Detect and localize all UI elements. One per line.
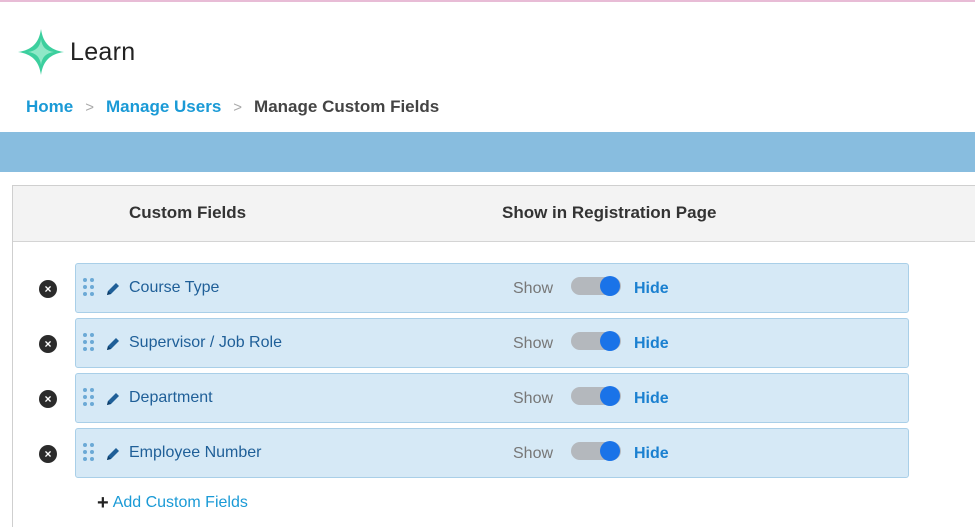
top-rule xyxy=(0,0,975,2)
pencil-edit-icon[interactable] xyxy=(105,336,121,352)
table-row: × Supervisor / Job Role Show Hide xyxy=(13,318,973,368)
toggle-knob xyxy=(600,441,620,461)
hide-option-label[interactable]: Hide xyxy=(634,390,669,408)
hide-option-label[interactable]: Hide xyxy=(634,280,669,298)
toggle-knob xyxy=(600,276,620,296)
remove-field-button[interactable]: × xyxy=(39,335,57,353)
breadcrumb-current-page: Manage Custom Fields xyxy=(254,97,440,116)
drag-handle-icon[interactable] xyxy=(83,278,95,296)
plus-icon: + xyxy=(97,492,109,514)
breadcrumb-separator: > xyxy=(233,98,243,116)
field-item: Supervisor / Job Role Show Hide xyxy=(75,318,909,368)
table-header: Custom Fields Show in Registration Page xyxy=(13,186,975,242)
field-item: Course Type Show Hide xyxy=(75,263,909,313)
drag-handle-icon[interactable] xyxy=(83,388,95,406)
breadcrumb-separator: > xyxy=(85,98,94,116)
table-row: × Course Type Show Hide xyxy=(13,263,973,313)
custom-fields-panel: Custom Fields Show in Registration Page … xyxy=(12,185,975,527)
field-name-link[interactable]: Employee Number xyxy=(129,444,262,462)
drag-handle-icon[interactable] xyxy=(83,333,95,351)
show-hide-toggle[interactable] xyxy=(571,276,621,296)
remove-field-button[interactable]: × xyxy=(39,445,57,463)
app-logo[interactable]: Learn xyxy=(16,27,135,77)
pencil-edit-icon[interactable] xyxy=(105,391,121,407)
drag-handle-icon[interactable] xyxy=(83,443,95,461)
breadcrumb-home-link[interactable]: Home xyxy=(26,97,73,117)
show-option-label[interactable]: Show xyxy=(513,280,553,298)
header-band xyxy=(0,132,975,172)
field-item: Employee Number Show Hide xyxy=(75,428,909,478)
hide-option-label[interactable]: Hide xyxy=(634,445,669,463)
show-hide-toggle[interactable] xyxy=(571,331,621,351)
show-option-label[interactable]: Show xyxy=(513,390,553,408)
add-custom-fields-button[interactable]: + Add Custom Fields xyxy=(97,492,248,514)
toggle-knob xyxy=(600,386,620,406)
breadcrumb-manage-users-link[interactable]: Manage Users xyxy=(106,97,221,117)
pencil-edit-icon[interactable] xyxy=(105,446,121,462)
show-hide-toggle[interactable] xyxy=(571,386,621,406)
breadcrumb: Home > Manage Users > Manage Custom Fiel… xyxy=(26,97,439,117)
column-header-custom-fields: Custom Fields xyxy=(129,203,247,222)
field-item: Department Show Hide xyxy=(75,373,909,423)
learn-logo-icon xyxy=(18,29,64,75)
remove-field-button[interactable]: × xyxy=(39,280,57,298)
show-option-label[interactable]: Show xyxy=(513,445,553,463)
show-hide-toggle[interactable] xyxy=(571,441,621,461)
field-name-link[interactable]: Course Type xyxy=(129,279,219,297)
hide-option-label[interactable]: Hide xyxy=(634,335,669,353)
table-row: × Employee Number Show Hide xyxy=(13,428,973,478)
toggle-knob xyxy=(600,331,620,351)
field-name-link[interactable]: Supervisor / Job Role xyxy=(129,334,282,352)
show-option-label[interactable]: Show xyxy=(513,335,553,353)
pencil-edit-icon[interactable] xyxy=(105,281,121,297)
add-custom-fields-label: Add Custom Fields xyxy=(112,494,248,511)
logo-text: Learn xyxy=(70,37,136,66)
column-header-show-in-registration: Show in Registration Page xyxy=(502,203,717,222)
remove-field-button[interactable]: × xyxy=(39,390,57,408)
field-name-link[interactable]: Department xyxy=(129,389,213,407)
table-row: × Department Show Hide xyxy=(13,373,973,423)
